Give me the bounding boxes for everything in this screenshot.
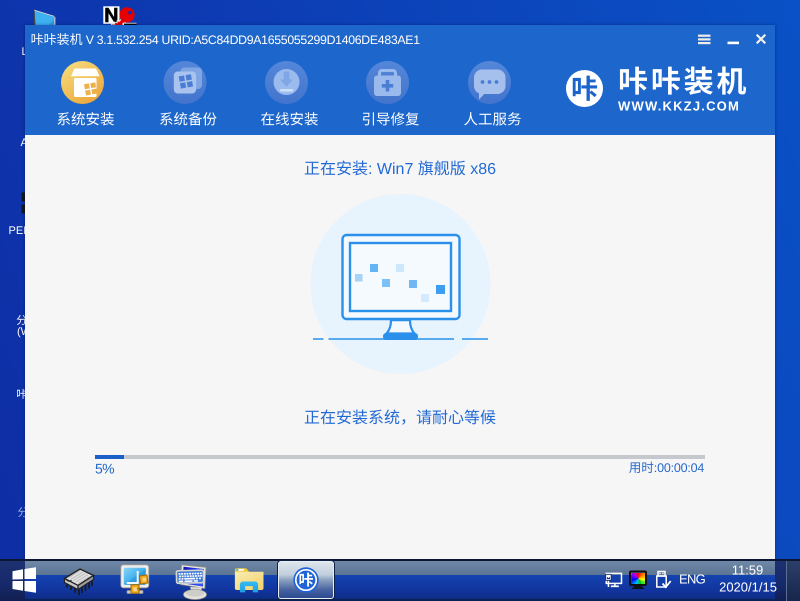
svg-text:5%: 5%	[95, 461, 114, 477]
svg-text::00:00:04: :00:00:04	[654, 461, 705, 475]
svg-text:2020/1/15: 2020/1/15	[719, 580, 777, 595]
svg-text:V 3.1.532.254 URID:A5C84DD9A16: V 3.1.532.254 URID:A5C84DD9A1655055299D1…	[83, 33, 421, 47]
svg-text:WWW.KKZJ.COM: WWW.KKZJ.COM	[618, 99, 740, 114]
svg-text:ENG: ENG	[679, 572, 706, 587]
svg-text:x86: x86	[466, 161, 496, 178]
svg-text:: Win7: : Win7	[368, 161, 418, 178]
svg-text:11:59: 11:59	[732, 563, 764, 578]
